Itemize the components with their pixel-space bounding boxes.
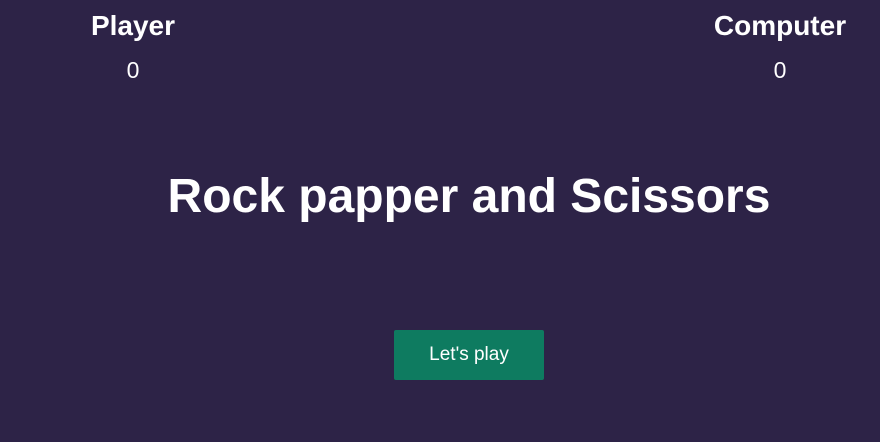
lets-play-button[interactable]: Let's play — [394, 330, 544, 380]
player-score-panel: Player 0 — [88, 10, 178, 83]
game-title: Rock papper and Scissors — [167, 170, 771, 223]
computer-score: 0 — [773, 57, 787, 83]
player-label: Player — [90, 10, 176, 41]
computer-score-panel: Computer 0 — [709, 10, 851, 83]
computer-label: Computer — [713, 10, 847, 41]
player-score: 0 — [126, 57, 140, 83]
